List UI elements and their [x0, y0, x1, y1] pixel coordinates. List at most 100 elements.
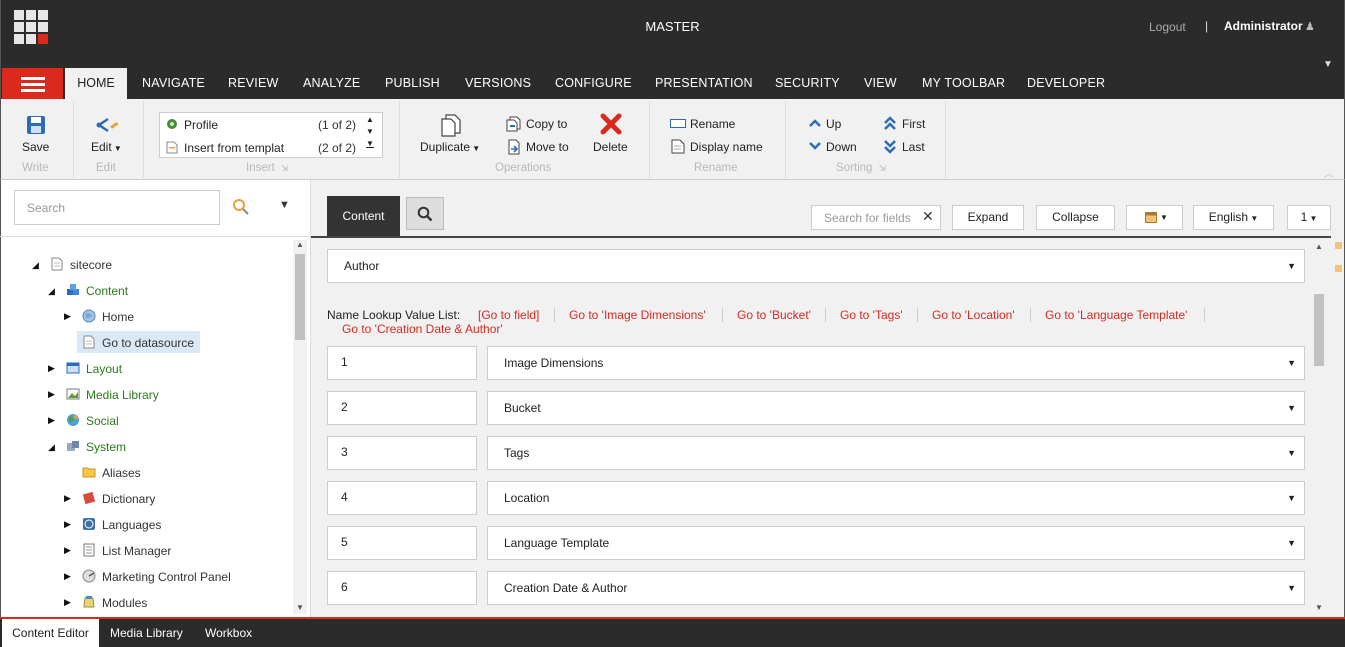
tab-review[interactable]: REVIEW: [228, 76, 279, 90]
lookup-value-select[interactable]: Image Dimensions ▼: [487, 346, 1305, 380]
tree-item-marketing-control-panel[interactable]: Marketing Control Panel: [102, 570, 231, 584]
collapse-arrow-icon[interactable]: ◢: [32, 260, 39, 271]
tree-item-home[interactable]: Home: [102, 310, 134, 324]
expand-arrow-icon[interactable]: ▶: [64, 311, 71, 322]
tab-versions[interactable]: VERSIONS: [465, 76, 531, 90]
validation-marker[interactable]: [1335, 265, 1342, 272]
expand-button[interactable]: Expand: [952, 205, 1024, 230]
expand-arrow-icon[interactable]: ▶: [64, 493, 71, 504]
scroll-down-arrow-icon[interactable]: ▼: [1315, 603, 1323, 612]
display-name-button[interactable]: Display name: [690, 140, 763, 154]
tab-view[interactable]: VIEW: [864, 76, 897, 90]
save-icon[interactable]: [26, 115, 46, 135]
tree-item-layout[interactable]: Layout: [86, 362, 122, 376]
tree-item-modules[interactable]: Modules: [102, 596, 147, 610]
go-to-location-link[interactable]: Go to 'Location': [932, 308, 1015, 322]
move-to-button[interactable]: Move to: [526, 140, 569, 154]
search-options-chevron-down-icon[interactable]: ▼: [279, 199, 290, 211]
go-to-language-template-link[interactable]: Go to 'Language Template': [1045, 308, 1187, 322]
tree-scrollbar-thumb[interactable]: [295, 254, 305, 340]
scroll-up-arrow-icon[interactable]: ▲: [1315, 242, 1323, 251]
expand-arrow-icon[interactable]: ▶: [64, 571, 71, 582]
lookup-key-input[interactable]: 5: [327, 526, 477, 560]
tree-item-system[interactable]: System: [86, 440, 126, 454]
tab-workbox[interactable]: Workbox: [205, 619, 252, 647]
tree-item-dictionary[interactable]: Dictionary: [102, 492, 155, 506]
tree-item-languages[interactable]: Languages: [102, 518, 161, 532]
tab-home[interactable]: HOME: [65, 68, 127, 99]
tab-content[interactable]: Content: [327, 196, 400, 236]
save-button[interactable]: Save: [22, 140, 49, 154]
expand-arrow-icon[interactable]: ▶: [48, 415, 55, 426]
lookup-value-select[interactable]: Location ▼: [487, 481, 1305, 515]
menu-hamburger-icon[interactable]: [2, 68, 63, 99]
lookup-value-select[interactable]: Language Template ▼: [487, 526, 1305, 560]
duplicate-icon[interactable]: [439, 113, 463, 137]
go-to-field-link[interactable]: [Go to field]: [478, 308, 539, 322]
sort-up-button[interactable]: Up: [826, 117, 841, 131]
delete-x-icon[interactable]: [600, 113, 622, 135]
expand-arrow-icon[interactable]: ▶: [64, 597, 71, 608]
scroll-down-arrow-icon[interactable]: ▼: [296, 603, 304, 612]
lookup-value-select[interactable]: Bucket ▼: [487, 391, 1305, 425]
tab-media-library[interactable]: Media Library: [110, 619, 183, 647]
template-select[interactable]: Author ▼: [327, 249, 1305, 283]
collapse-ribbon-chevron-icon[interactable]: ︿: [1324, 165, 1334, 180]
delete-button[interactable]: Delete: [593, 140, 628, 154]
tab-presentation[interactable]: PRESENTATION: [655, 76, 753, 90]
lookup-key-input[interactable]: 6: [327, 571, 477, 605]
tab-analyze[interactable]: ANALYZE: [303, 76, 360, 90]
sort-last-button[interactable]: Last: [902, 140, 925, 154]
expand-arrow-icon[interactable]: ▶: [48, 363, 55, 374]
lookup-key-input[interactable]: 2: [327, 391, 477, 425]
insert-item-template[interactable]: Insert from templat: [184, 141, 284, 155]
tab-security[interactable]: SECURITY: [775, 76, 840, 90]
sort-first-button[interactable]: First: [902, 117, 925, 131]
tab-developer[interactable]: DEVELOPER: [1027, 76, 1105, 90]
tree-item-aliases[interactable]: Aliases: [102, 466, 141, 480]
rename-button[interactable]: Rename: [690, 117, 735, 131]
logout-link[interactable]: Logout: [1149, 20, 1186, 34]
scroll-up-arrow-icon[interactable]: ▲: [296, 240, 304, 249]
ribbon-menu-button[interactable]: ▼: [1126, 205, 1183, 230]
tab-navigate[interactable]: NAVIGATE: [142, 76, 205, 90]
expand-arrow-icon[interactable]: ▶: [48, 389, 55, 400]
expand-arrow-icon[interactable]: ▶: [64, 519, 71, 530]
tree-item-content[interactable]: Content: [86, 284, 128, 298]
user-name[interactable]: Administrator: [1224, 19, 1303, 33]
duplicate-button[interactable]: Duplicate ▼: [420, 140, 480, 154]
tab-configure[interactable]: CONFIGURE: [555, 76, 632, 90]
lookup-value-select[interactable]: Creation Date & Author ▼: [487, 571, 1305, 605]
content-scrollbar-thumb[interactable]: [1314, 294, 1324, 366]
tree-item-go-to-datasource[interactable]: Go to datasource: [102, 336, 194, 350]
lookup-key-input[interactable]: 1: [327, 346, 477, 380]
tree-item-media-library[interactable]: Media Library: [86, 388, 159, 402]
edit-button[interactable]: Edit ▼: [91, 140, 122, 154]
sort-down-button[interactable]: Down: [826, 140, 857, 154]
expand-arrow-icon[interactable]: ▶: [64, 545, 71, 556]
collapse-arrow-icon[interactable]: ◢: [48, 442, 55, 453]
ribbon-options-chevron-down-icon[interactable]: ▼: [1323, 59, 1333, 70]
collapse-button[interactable]: Collapse: [1036, 205, 1115, 230]
insert-scroll-arrows-icon[interactable]: ▲ ▼ ▼: [366, 114, 374, 150]
collapse-arrow-icon[interactable]: ◢: [48, 286, 55, 297]
tree-item-sitecore[interactable]: sitecore: [70, 258, 112, 272]
go-to-bucket-link[interactable]: Go to 'Bucket': [737, 308, 811, 322]
lookup-key-input[interactable]: 4: [327, 481, 477, 515]
tree-search-input[interactable]: Search: [14, 190, 220, 225]
validation-marker[interactable]: [1335, 242, 1342, 249]
version-selector[interactable]: 1 ▼: [1287, 205, 1331, 230]
search-icon[interactable]: [232, 198, 250, 216]
search-tab-button[interactable]: [406, 197, 444, 230]
tree-item-list-manager[interactable]: List Manager: [102, 544, 171, 558]
go-to-tags-link[interactable]: Go to 'Tags': [840, 308, 903, 322]
language-selector[interactable]: English ▼: [1193, 205, 1274, 230]
user-icon[interactable]: ♟: [1305, 20, 1315, 33]
lookup-value-select[interactable]: Tags ▼: [487, 436, 1305, 470]
tree-item-social[interactable]: Social: [86, 414, 119, 428]
go-to-image-dimensions-link[interactable]: Go to 'Image Dimensions': [569, 308, 706, 322]
insert-item-profile[interactable]: Profile: [184, 118, 218, 132]
edit-icon[interactable]: [96, 115, 120, 135]
clear-search-close-icon[interactable]: ✕: [922, 208, 934, 225]
tab-my-toolbar[interactable]: MY TOOLBAR: [922, 76, 1005, 90]
